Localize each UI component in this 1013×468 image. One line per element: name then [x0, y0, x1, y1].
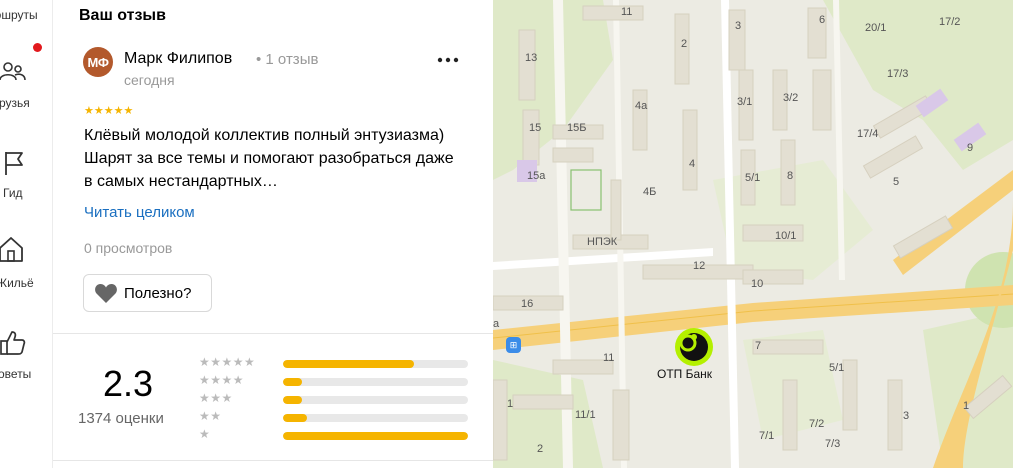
map-house-number: 5 — [893, 176, 900, 188]
rail-item-housing[interactable]: Жильё — [0, 276, 34, 290]
house-icon[interactable] — [0, 234, 26, 264]
app-root: рошруты рузья Гид Жильё оветы Ваш отзыв … — [0, 0, 1013, 468]
views-count: 0 просмотров — [84, 240, 173, 256]
map-house-number: 16 — [521, 298, 534, 310]
review-text: Клёвый молодой коллектив полный энтузиаз… — [84, 127, 454, 190]
map[interactable]: 11 13 15 15Б 15а 4а 4 4Б 2 3 6 3/1 3/2 2… — [493, 0, 1013, 468]
map-house-number: 3 — [903, 410, 910, 422]
map-house-number: 4 — [689, 158, 696, 170]
notification-dot — [33, 43, 42, 52]
map-house-number: 13 — [525, 52, 538, 64]
distribution-bar-track — [283, 396, 468, 404]
map-house-number: 10/1 — [775, 230, 797, 242]
map-house-number: 5/1 — [829, 362, 845, 374]
distribution-bar-track — [283, 360, 468, 368]
map-house-number: 7/3 — [825, 438, 841, 450]
distribution-stars: ★★★★★ — [199, 355, 256, 369]
map-house-number: 1 — [507, 398, 514, 410]
map-house-number: 4Б — [643, 186, 657, 198]
rating-score: 2.3 — [103, 363, 154, 404]
map-house-number: 9 — [967, 142, 974, 154]
map-house-number: 15 — [529, 122, 542, 134]
rail-item-routes[interactable]: рошруты — [0, 8, 38, 22]
distribution-bar-track — [283, 378, 468, 386]
map-house-number: 15а — [527, 170, 546, 182]
map-house-number: 7/1 — [759, 430, 775, 442]
map-canvas[interactable] — [493, 0, 1013, 468]
map-house-number: 2 — [537, 443, 544, 455]
distribution-bar-track — [283, 414, 468, 422]
rating-distribution-row: ★★★ — [199, 391, 479, 407]
map-house-number: 12 — [693, 260, 706, 272]
map-house-number: 6 — [819, 14, 826, 26]
divider — [53, 333, 493, 334]
map-house-number: 17/4 — [857, 128, 879, 140]
useful-label: Полезно? — [124, 284, 192, 302]
distribution-bar-fill — [283, 378, 302, 386]
author-name[interactable]: Марк Филипов — [124, 50, 232, 68]
useful-button[interactable]: Полезно? — [83, 274, 212, 312]
rail-item-friends[interactable]: рузья — [0, 96, 30, 110]
map-house-number: 17/2 — [939, 16, 961, 28]
map-house-number: 3/2 — [783, 92, 799, 104]
distribution-stars: ★★★★ — [199, 373, 245, 387]
map-house-number: 10 — [751, 278, 764, 290]
flag-icon[interactable] — [0, 148, 30, 178]
map-house-number: 4а — [635, 100, 648, 112]
map-house-number: 7 — [755, 340, 762, 352]
friends-icon[interactable] — [0, 58, 28, 88]
map-house-number: 15Б — [567, 122, 587, 134]
distribution-bar-fill — [283, 414, 308, 422]
map-building-label: НПЭК — [587, 236, 618, 248]
otp-logo-icon — [679, 333, 708, 361]
rail-item-guide[interactable]: Гид — [3, 186, 23, 200]
review-count: • 1 отзыв — [256, 51, 319, 68]
divider — [53, 460, 493, 461]
review-panel: Ваш отзыв МФ Марк Филипов • 1 отзыв сего… — [53, 0, 493, 468]
rail-item-tips[interactable]: оветы — [0, 367, 31, 381]
map-house-number: 5/1 — [745, 172, 761, 184]
rating-distribution-row: ★ — [199, 427, 479, 443]
review-stars: ★★★★★ — [84, 105, 134, 117]
distribution-bar-fill — [283, 396, 302, 404]
poi-label[interactable]: ОТП Банк — [657, 367, 712, 381]
distribution-stars: ★★ — [199, 409, 222, 423]
rating-distribution-row: ★★★★★ — [199, 355, 479, 371]
map-street-fragment: а — [493, 318, 500, 330]
rating-distribution-row: ★★★★ — [199, 373, 479, 389]
distribution-stars: ★ — [199, 427, 211, 441]
map-house-number: 3/1 — [737, 96, 753, 108]
map-house-number: 20/1 — [865, 22, 887, 34]
map-house-number: 2 — [681, 38, 688, 50]
left-rail: рошруты рузья Гид Жильё оветы — [0, 0, 53, 468]
map-house-number: 7/2 — [809, 418, 825, 430]
section-title: Ваш отзыв — [79, 7, 166, 24]
review-date: сегодня — [124, 72, 175, 88]
read-more-link[interactable]: Читать целиком — [84, 204, 195, 221]
ratings-count: 1374 оценки — [78, 410, 164, 427]
map-house-number: 11/1 — [575, 409, 596, 421]
distribution-bar-fill — [283, 360, 415, 368]
bus-stop-icon[interactable]: ⊞ — [506, 337, 521, 353]
map-house-number: 11 — [603, 352, 615, 364]
distribution-bar-fill — [283, 432, 468, 440]
map-house-number: 8 — [787, 170, 794, 182]
rating-distribution-row: ★★ — [199, 409, 479, 425]
distribution-bar-track — [283, 432, 468, 440]
avatar[interactable]: МФ — [83, 47, 113, 77]
poi-marker[interactable] — [675, 328, 713, 366]
map-house-number: 11 — [621, 6, 633, 18]
map-house-number: 17/3 — [887, 68, 909, 80]
more-options-icon[interactable] — [434, 53, 462, 73]
map-house-number: 1 — [963, 400, 970, 412]
map-house-number: 3 — [735, 20, 742, 32]
distribution-stars: ★★★ — [199, 391, 233, 405]
thumbs-up-icon[interactable] — [0, 328, 28, 358]
heart-icon — [95, 284, 117, 303]
